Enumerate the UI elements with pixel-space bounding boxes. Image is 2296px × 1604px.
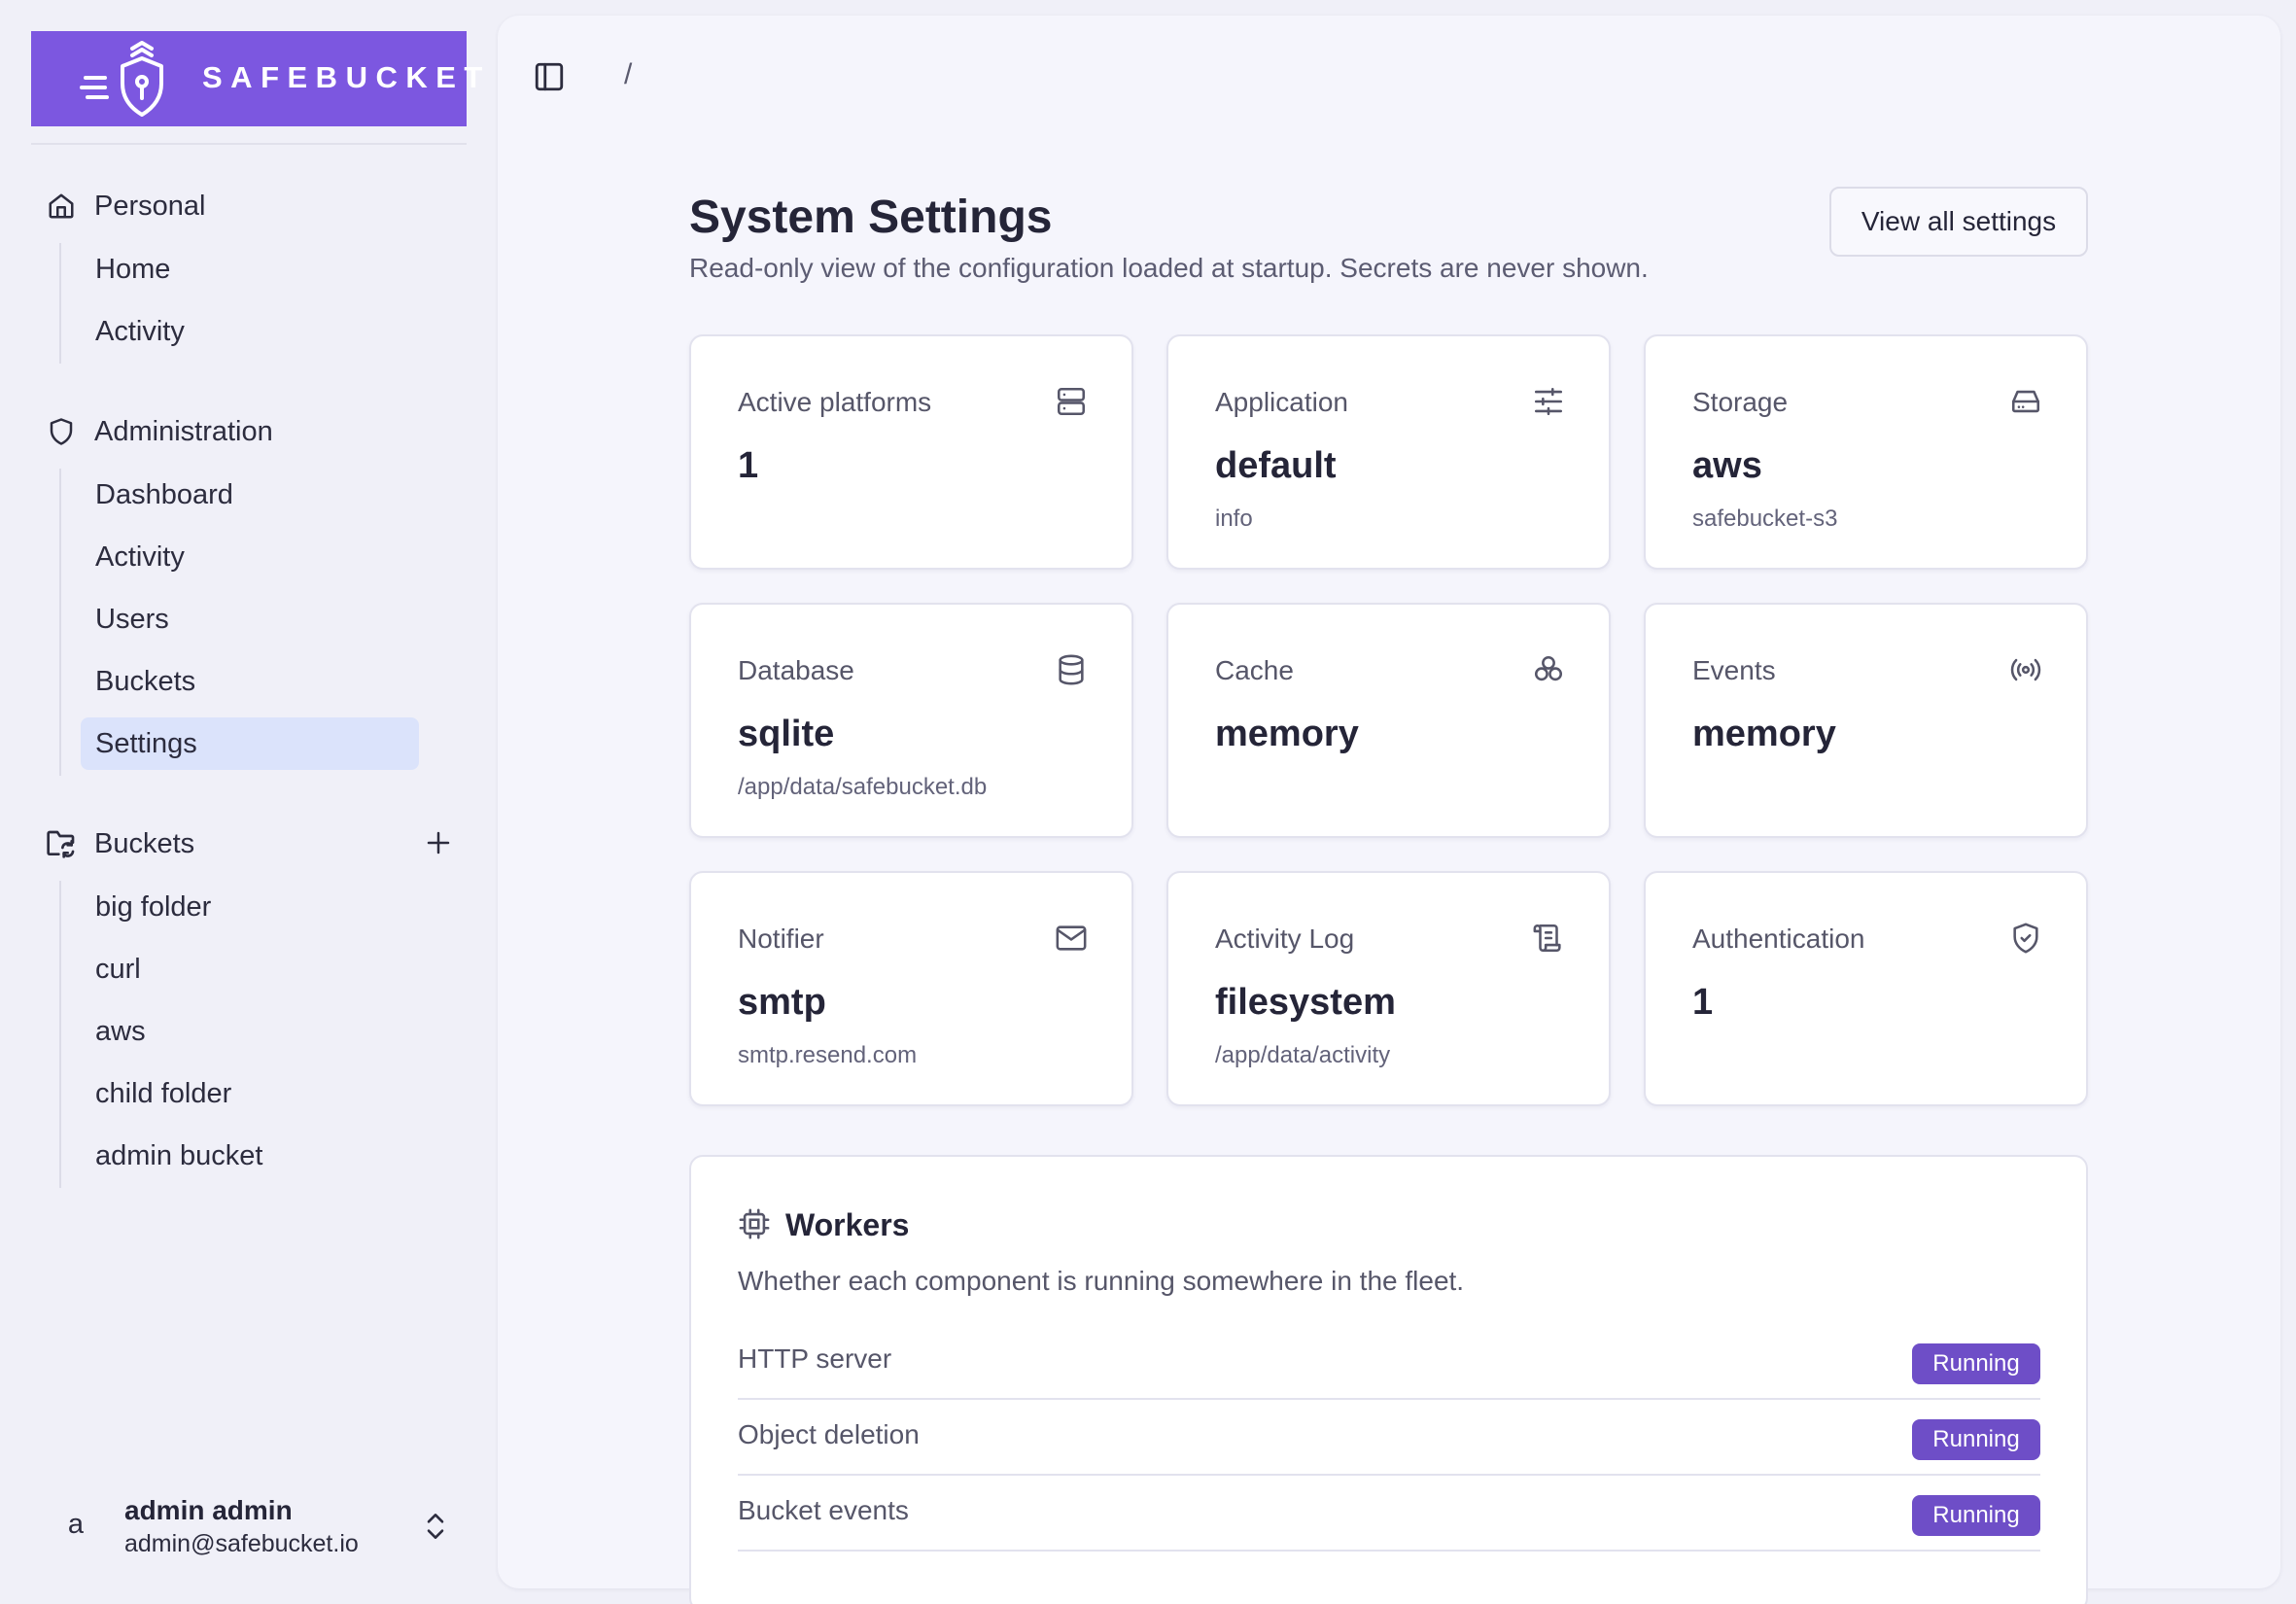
sidebar-subline xyxy=(59,243,61,364)
broadcast-icon xyxy=(2010,658,2041,681)
server-icon xyxy=(1057,387,1086,416)
worker-name: HTTP server xyxy=(738,1343,892,1374)
card-value: default xyxy=(1215,445,1337,486)
card-label: Authentication xyxy=(1692,924,1865,954)
sidebar-subline xyxy=(59,469,61,776)
card-authentication: Authentication 1 xyxy=(1644,871,2088,1106)
card-label: Database xyxy=(738,655,854,685)
sidebar-item-bucket-curl[interactable]: curl xyxy=(81,943,419,995)
worker-row: Object deletion Running xyxy=(738,1400,2040,1476)
sidebar-item-dashboard[interactable]: Dashboard xyxy=(81,469,419,521)
sidebar: SAFEBUCKET Personal Home Activity Admini… xyxy=(0,0,496,1604)
sidebar-item-bucket-admin-bucket[interactable]: admin bucket xyxy=(81,1130,419,1182)
card-label: Cache xyxy=(1215,655,1294,685)
hard-drive-icon xyxy=(2011,390,2040,413)
status-badge: Running xyxy=(1912,1495,2040,1536)
card-label: Storage xyxy=(1692,387,1789,417)
sidebar-item-users[interactable]: Users xyxy=(81,593,419,645)
card-label: Events xyxy=(1692,655,1776,685)
card-label: Notifier xyxy=(738,924,824,954)
card-cache: Cache memory xyxy=(1166,603,1611,838)
worker-name: Object deletion xyxy=(738,1419,920,1449)
sidebar-group-buckets[interactable]: Buckets xyxy=(45,824,194,863)
card-value: smtp xyxy=(738,982,826,1023)
sidebar-group-personal[interactable]: Personal xyxy=(45,187,205,226)
card-value: 1 xyxy=(738,445,759,486)
card-value: filesystem xyxy=(1215,982,1396,1023)
user-email: admin@safebucket.io xyxy=(124,1530,359,1557)
sidebar-item-bucket-big-folder[interactable]: big folder xyxy=(81,881,419,933)
card-label: Active platforms xyxy=(738,387,932,417)
cpu-icon xyxy=(739,1208,770,1239)
user-menu[interactable]: a admin admin admin@safebucket.io xyxy=(45,1487,472,1565)
sidebar-toggle-icon[interactable] xyxy=(533,60,566,93)
card-sub: /app/data/safebucket.db xyxy=(738,774,988,800)
logo-divider xyxy=(31,143,467,145)
card-application: Application default info xyxy=(1166,334,1611,570)
brand-logo[interactable]: SAFEBUCKET xyxy=(31,31,482,126)
shield-logo-icon xyxy=(80,41,163,117)
sidebar-item-personal-activity[interactable]: Activity xyxy=(81,305,419,358)
sidebar-group-administration[interactable]: Administration xyxy=(45,412,273,451)
page-title: System Settings xyxy=(689,192,1053,243)
card-database: Database sqlite /app/data/safebucket.db xyxy=(689,603,1133,838)
card-value: sqlite xyxy=(738,714,835,754)
workers-description: Whether each component is running somewh… xyxy=(738,1266,1465,1296)
card-value: aws xyxy=(1692,445,1762,486)
worker-name: Bucket events xyxy=(738,1495,909,1525)
card-value: 1 xyxy=(1692,982,1714,1023)
scroll-icon xyxy=(1533,924,1561,953)
card-events: Events memory xyxy=(1644,603,2088,838)
avatar: a xyxy=(67,1508,85,1540)
main-panel: / System Settings Read-only view of the … xyxy=(498,16,2280,1604)
chevrons-up-down-icon[interactable] xyxy=(422,1509,449,1544)
status-badge: Running xyxy=(1912,1419,2040,1460)
card-active-platforms: Active platforms 1 xyxy=(689,334,1133,570)
sidebar-item-settings[interactable]: Settings xyxy=(81,717,419,770)
home-icon xyxy=(45,190,78,223)
user-name: admin admin xyxy=(124,1495,293,1525)
sidebar-item-bucket-aws[interactable]: aws xyxy=(81,1005,419,1058)
card-value: memory xyxy=(1692,714,1836,754)
workers-title: Workers xyxy=(785,1207,910,1242)
sidebar-subline xyxy=(59,881,61,1188)
sidebar-group-label: Administration xyxy=(94,415,273,447)
brand-name: SAFEBUCKET xyxy=(202,60,491,94)
card-label: Application xyxy=(1215,387,1348,417)
card-notifier: Notifier smtp smtp.resend.com xyxy=(689,871,1133,1106)
worker-row: HTTP server Running xyxy=(738,1324,2040,1400)
card-sub: /app/data/activity xyxy=(1215,1042,1391,1068)
folder-sync-icon xyxy=(45,827,78,860)
card-activity-log: Activity Log filesystem /app/data/activi… xyxy=(1166,871,1611,1106)
card-value: memory xyxy=(1215,714,1359,754)
shield-check-icon xyxy=(2013,923,2038,954)
card-sub: smtp.resend.com xyxy=(738,1042,918,1068)
sidebar-item-admin-activity[interactable]: Activity xyxy=(81,531,419,583)
sliders-icon xyxy=(1534,387,1563,416)
view-all-settings-button[interactable]: View all settings xyxy=(1829,187,2088,257)
sidebar-group-label: Buckets xyxy=(94,827,195,859)
database-icon xyxy=(1059,654,1084,685)
sidebar-item-home[interactable]: Home xyxy=(81,243,419,296)
status-badge: Running xyxy=(1912,1343,2040,1384)
workers-panel: Workers Whether each component is runnin… xyxy=(689,1155,2088,1604)
shield-icon xyxy=(45,415,78,448)
card-sub: info xyxy=(1215,506,1253,532)
card-sub: safebucket-s3 xyxy=(1692,506,1838,532)
card-label: Activity Log xyxy=(1215,924,1355,954)
add-bucket-plus-icon[interactable] xyxy=(424,828,453,857)
breadcrumb[interactable]: / xyxy=(624,58,632,91)
sidebar-item-buckets[interactable]: Buckets xyxy=(81,655,419,708)
card-storage: Storage aws safebucket-s3 xyxy=(1644,334,2088,570)
sidebar-group-label: Personal xyxy=(94,190,206,222)
sidebar-item-bucket-child-folder[interactable]: child folder xyxy=(81,1067,419,1120)
page-subtitle: Read-only view of the configuration load… xyxy=(689,253,1649,283)
mail-icon xyxy=(1056,925,1087,951)
cluster-icon xyxy=(1534,655,1563,681)
worker-row: Bucket events Running xyxy=(738,1476,2040,1552)
